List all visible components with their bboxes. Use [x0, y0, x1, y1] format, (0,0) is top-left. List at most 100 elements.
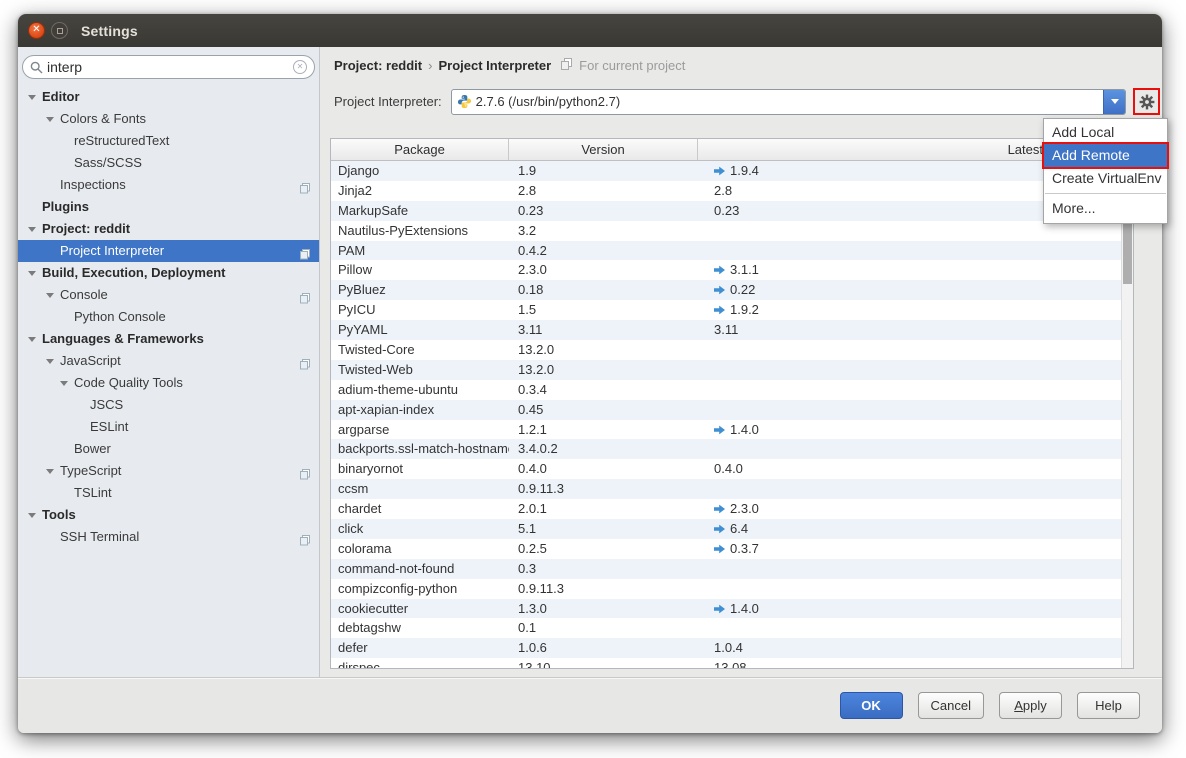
sidebar-item-console[interactable]: Console [18, 284, 319, 306]
table-row[interactable]: PyYAML3.113.11 [331, 320, 1133, 340]
cancel-button[interactable]: Cancel [918, 692, 984, 719]
sidebar-item-typescript[interactable]: TypeScript [18, 460, 319, 482]
table-row[interactable]: Jinja22.82.8 [331, 181, 1133, 201]
latest-version: 13.08 [714, 658, 747, 668]
sidebar-item-bower[interactable]: Bower [18, 438, 319, 460]
table-row[interactable]: backports.ssl-match-hostname3.4.0.2 [331, 439, 1133, 459]
table-row[interactable]: binaryornot0.4.00.4.0 [331, 459, 1133, 479]
version-cell: 0.4.2 [509, 241, 698, 261]
column-header-package[interactable]: Package [331, 139, 509, 160]
table-row[interactable]: debtagshw0.1 [331, 618, 1133, 638]
menu-item-create-virtualenv[interactable]: Create VirtualEnv [1044, 167, 1167, 190]
expand-arrow-icon[interactable] [28, 337, 36, 342]
table-row[interactable]: PAM0.4.2 [331, 241, 1133, 261]
apply-button[interactable]: Apply [999, 692, 1062, 719]
latest-version: 3.1.1 [730, 260, 759, 280]
menu-item-add-remote[interactable]: Add Remote [1044, 144, 1167, 167]
sidebar-item-editor[interactable]: Editor [18, 86, 319, 108]
ok-button[interactable]: OK [840, 692, 903, 719]
sidebar-item-tslint[interactable]: TSLint [18, 482, 319, 504]
table-row[interactable]: colorama0.2.50.3.7 [331, 539, 1133, 559]
expand-arrow-icon[interactable] [28, 271, 36, 276]
latest-version: 1.9.4 [730, 161, 759, 181]
table-row[interactable]: apt-xapian-index0.45 [331, 400, 1133, 420]
sidebar-item-restructuredtext[interactable]: reStructuredText [18, 130, 319, 152]
sidebar-item-ssh-terminal[interactable]: SSH Terminal [18, 526, 319, 548]
table-row[interactable]: argparse1.2.11.4.0 [331, 420, 1133, 440]
sidebar-item-project-interpreter[interactable]: Project Interpreter [18, 240, 319, 262]
gear-button[interactable] [1133, 88, 1160, 115]
interpreter-value: 2.7.6 (/usr/bin/python2.7) [476, 94, 1103, 109]
table-row[interactable]: Pillow2.3.03.1.1 [331, 260, 1133, 280]
table-row[interactable]: PyBluez0.180.22 [331, 280, 1133, 300]
expand-arrow-icon[interactable] [46, 293, 54, 298]
package-cell: Jinja2 [331, 181, 509, 201]
table-row[interactable]: PyICU1.51.9.2 [331, 300, 1133, 320]
latest-cell: 0.22 [698, 280, 1133, 300]
table-row[interactable]: compizconfig-python0.9.11.3 [331, 579, 1133, 599]
help-button[interactable]: Help [1077, 692, 1140, 719]
sidebar-item-inspections[interactable]: Inspections [18, 174, 319, 196]
sidebar-item-jscs[interactable]: JSCS [18, 394, 319, 416]
table-row[interactable]: chardet2.0.12.3.0 [331, 499, 1133, 519]
latest-version: 2.3.0 [730, 499, 759, 519]
table-scrollbar[interactable] [1121, 161, 1133, 668]
sidebar-item-javascript[interactable]: JavaScript [18, 350, 319, 372]
search-input[interactable] [47, 59, 293, 75]
interpreter-select[interactable]: 2.7.6 (/usr/bin/python2.7) [451, 89, 1126, 115]
package-cell: Pillow [331, 260, 509, 280]
table-row[interactable]: dirspec13.1013.08 [331, 658, 1133, 668]
table-row[interactable]: Django1.91.9.4 [331, 161, 1133, 181]
version-cell: 0.9.11.3 [509, 579, 698, 599]
sidebar-item-build-execution-deployment[interactable]: Build, Execution, Deployment [18, 262, 319, 284]
expand-arrow-icon[interactable] [28, 95, 36, 100]
sidebar-item-python-console[interactable]: Python Console [18, 306, 319, 328]
version-cell: 0.23 [509, 201, 698, 221]
version-cell: 0.18 [509, 280, 698, 300]
latest-version: 1.4.0 [730, 420, 759, 440]
gear-icon [1139, 94, 1155, 110]
package-cell: dirspec [331, 658, 509, 668]
table-row[interactable]: Twisted-Core13.2.0 [331, 340, 1133, 360]
sidebar-item-languages-frameworks[interactable]: Languages & Frameworks [18, 328, 319, 350]
menu-separator [1045, 193, 1166, 194]
table-row[interactable]: ccsm0.9.11.3 [331, 479, 1133, 499]
table-row[interactable]: click5.16.4 [331, 519, 1133, 539]
table-row[interactable]: command-not-found0.3 [331, 559, 1133, 579]
column-header-version[interactable]: Version [509, 139, 698, 160]
expand-arrow-icon[interactable] [60, 381, 68, 386]
sidebar-item-label: Colors & Fonts [18, 108, 146, 130]
sidebar-item-colors-fonts[interactable]: Colors & Fonts [18, 108, 319, 130]
titlebar[interactable]: ✕ Settings [18, 14, 1162, 47]
clear-search-icon[interactable]: ✕ [293, 60, 307, 74]
sidebar-item-sass-scss[interactable]: Sass/SCSS [18, 152, 319, 174]
table-row[interactable]: Nautilus-PyExtensions3.2 [331, 221, 1133, 241]
table-row[interactable]: Twisted-Web13.2.0 [331, 360, 1133, 380]
table-row[interactable]: adium-theme-ubuntu0.3.4 [331, 380, 1133, 400]
table-row[interactable]: MarkupSafe0.230.23 [331, 201, 1133, 221]
sidebar-item-eslint[interactable]: ESLint [18, 416, 319, 438]
copy-icon [561, 58, 572, 73]
latest-version: 0.22 [730, 280, 755, 300]
table-row[interactable]: cookiecutter1.3.01.4.0 [331, 599, 1133, 619]
dropdown-arrow-button[interactable] [1103, 90, 1125, 114]
expand-arrow-icon[interactable] [46, 117, 54, 122]
sidebar-item-project-reddit[interactable]: Project: reddit [18, 218, 319, 240]
close-button[interactable]: ✕ [28, 22, 45, 39]
expand-arrow-icon[interactable] [46, 359, 54, 364]
version-cell: 1.2.1 [509, 420, 698, 440]
restore-button[interactable] [51, 22, 68, 39]
sidebar-item-plugins[interactable]: Plugins [18, 196, 319, 218]
latest-version: 1.4.0 [730, 599, 759, 619]
upgrade-arrow-icon [714, 524, 725, 534]
search-field[interactable]: ✕ [22, 55, 315, 79]
menu-item-more[interactable]: More... [1044, 197, 1167, 220]
expand-arrow-icon[interactable] [28, 513, 36, 518]
sidebar-item-tools[interactable]: Tools [18, 504, 319, 526]
menu-item-add-local[interactable]: Add Local [1044, 121, 1167, 144]
expand-arrow-icon[interactable] [46, 469, 54, 474]
table-row[interactable]: defer1.0.61.0.4 [331, 638, 1133, 658]
breadcrumb-project[interactable]: Project: reddit [334, 58, 422, 73]
expand-arrow-icon[interactable] [28, 227, 36, 232]
sidebar-item-code-quality-tools[interactable]: Code Quality Tools [18, 372, 319, 394]
